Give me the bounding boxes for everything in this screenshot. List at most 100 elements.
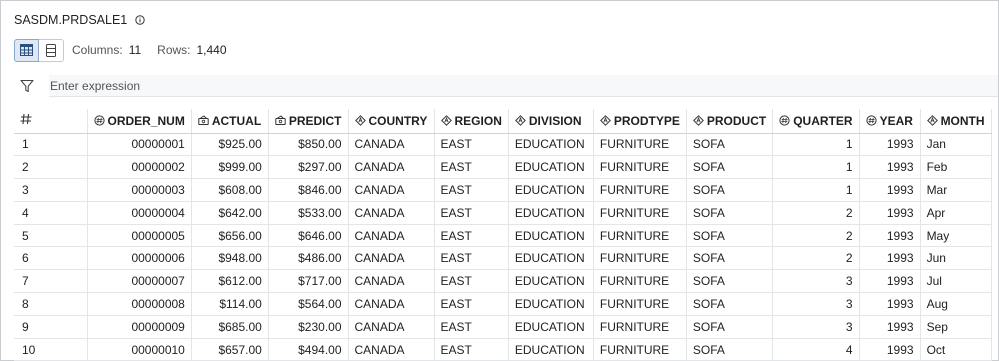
cell-product[interactable]: SOFA	[686, 201, 774, 225]
row-index[interactable]: 4	[14, 201, 88, 225]
cell-region[interactable]: EAST	[434, 155, 509, 180]
cell-product[interactable]: SOFA	[686, 155, 774, 180]
cell-region[interactable]: EAST	[434, 338, 509, 361]
table-row[interactable]: 9 00000009 $685.00 $230.00 CANADA EAST EDUCATI…	[14, 315, 992, 339]
cell-actual[interactable]: $657.00	[191, 338, 269, 361]
cell-year[interactable]: 1993	[859, 133, 921, 157]
cell-country[interactable]: CANADA	[348, 315, 435, 339]
cell-division[interactable]: EDUCATION	[508, 201, 594, 225]
cell-year[interactable]: 1993	[859, 338, 921, 361]
row-index[interactable]: 8	[14, 292, 88, 316]
row-index[interactable]: 2	[14, 155, 88, 180]
cell-order-num[interactable]: 00000005	[87, 224, 192, 248]
cell-quarter[interactable]: 3	[772, 315, 860, 339]
record-view-button[interactable]	[39, 38, 64, 62]
cell-month[interactable]: Jun	[920, 246, 992, 271]
table-row[interactable]: 5 00000005 $656.00 $646.00 CANADA EAST EDUCATI…	[14, 224, 992, 248]
cell-region[interactable]: EAST	[434, 246, 509, 271]
cell-product[interactable]: SOFA	[686, 246, 774, 271]
cell-region[interactable]: EAST	[434, 201, 509, 225]
cell-quarter[interactable]: 3	[772, 292, 860, 316]
cell-month[interactable]: Apr	[920, 201, 992, 225]
column-header-predict[interactable]: PREDICT	[268, 109, 349, 134]
cell-country[interactable]: CANADA	[348, 133, 435, 157]
cell-division[interactable]: EDUCATION	[508, 224, 594, 248]
column-header-prodtype[interactable]: PRODTYPE	[593, 109, 687, 134]
cell-country[interactable]: CANADA	[348, 269, 435, 294]
table-row[interactable]: 10 00000010 $657.00 $494.00 CANADA EAST EDUCAT…	[14, 338, 992, 361]
cell-product[interactable]: SOFA	[686, 315, 774, 339]
cell-division[interactable]: EDUCATION	[508, 292, 594, 316]
cell-country[interactable]: CANADA	[348, 292, 435, 316]
column-header-quarter[interactable]: QUARTER	[772, 109, 860, 134]
cell-region[interactable]: EAST	[434, 224, 509, 248]
cell-prodtype[interactable]: FURNITURE	[593, 201, 687, 225]
grid-view-button[interactable]	[14, 38, 39, 62]
cell-region[interactable]: EAST	[434, 292, 509, 316]
cell-year[interactable]: 1993	[859, 315, 921, 339]
cell-predict[interactable]: $846.00	[268, 178, 349, 202]
cell-year[interactable]: 1993	[859, 155, 921, 180]
table-row[interactable]: 8 00000008 $114.00 $564.00 CANADA EAST EDUCATI…	[14, 292, 992, 316]
cell-year[interactable]: 1993	[859, 178, 921, 202]
cell-prodtype[interactable]: FURNITURE	[593, 246, 687, 271]
cell-product[interactable]: SOFA	[686, 292, 774, 316]
cell-product[interactable]: SOFA	[686, 224, 774, 248]
cell-division[interactable]: EDUCATION	[508, 315, 594, 339]
cell-order-num[interactable]: 00000007	[87, 269, 192, 294]
row-index-header[interactable]	[14, 109, 88, 134]
cell-prodtype[interactable]: FURNITURE	[593, 315, 687, 339]
row-index[interactable]: 3	[14, 178, 88, 202]
cell-region[interactable]: EAST	[434, 269, 509, 294]
cell-predict[interactable]: $494.00	[268, 338, 349, 361]
cell-actual[interactable]: $612.00	[191, 269, 269, 294]
cell-actual[interactable]: $608.00	[191, 178, 269, 202]
cell-quarter[interactable]: 1	[772, 178, 860, 202]
cell-division[interactable]: EDUCATION	[508, 338, 594, 361]
column-header-region[interactable]: REGION	[434, 109, 509, 134]
table-row[interactable]: 7 00000007 $612.00 $717.00 CANADA EAST EDUCATI…	[14, 269, 992, 294]
column-header-month[interactable]: MONTH	[920, 109, 992, 134]
cell-prodtype[interactable]: FURNITURE	[593, 292, 687, 316]
expression-input[interactable]	[49, 75, 998, 97]
cell-division[interactable]: EDUCATION	[508, 155, 594, 180]
cell-region[interactable]: EAST	[434, 315, 509, 339]
cell-prodtype[interactable]: FURNITURE	[593, 155, 687, 180]
column-header-country[interactable]: COUNTRY	[348, 109, 435, 134]
cell-predict[interactable]: $717.00	[268, 269, 349, 294]
cell-month[interactable]: Oct	[920, 338, 992, 361]
cell-division[interactable]: EDUCATION	[508, 269, 594, 294]
cell-quarter[interactable]: 4	[772, 338, 860, 361]
info-icon[interactable]	[135, 15, 145, 25]
cell-prodtype[interactable]: FURNITURE	[593, 269, 687, 294]
cell-year[interactable]: 1993	[859, 224, 921, 248]
row-index[interactable]: 6	[14, 246, 88, 271]
table-row[interactable]: 1 00000001 $925.00 $850.00 CANADA EAST EDUCATI…	[14, 133, 992, 157]
cell-country[interactable]: CANADA	[348, 178, 435, 202]
cell-month[interactable]: Jan	[920, 133, 992, 157]
cell-country[interactable]: CANADA	[348, 246, 435, 271]
cell-actual[interactable]: $685.00	[191, 315, 269, 339]
cell-product[interactable]: SOFA	[686, 338, 774, 361]
cell-prodtype[interactable]: FURNITURE	[593, 133, 687, 157]
cell-quarter[interactable]: 2	[772, 246, 860, 271]
row-index[interactable]: 9	[14, 315, 88, 339]
cell-prodtype[interactable]: FURNITURE	[593, 338, 687, 361]
cell-product[interactable]: SOFA	[686, 178, 774, 202]
cell-order-num[interactable]: 00000002	[87, 155, 192, 180]
cell-predict[interactable]: $646.00	[268, 224, 349, 248]
cell-region[interactable]: EAST	[434, 178, 509, 202]
cell-actual[interactable]: $656.00	[191, 224, 269, 248]
table-row[interactable]: 4 00000004 $642.00 $533.00 CANADA EAST EDUCATI…	[14, 201, 992, 225]
column-header-order-num[interactable]: ORDER_NUM	[87, 109, 192, 134]
table-row[interactable]: 6 00000006 $948.00 $486.00 CANADA EAST EDUCATI…	[14, 246, 992, 271]
column-header-division[interactable]: DIVISION	[508, 109, 594, 134]
cell-division[interactable]: EDUCATION	[508, 246, 594, 271]
cell-quarter[interactable]: 1	[772, 133, 860, 157]
cell-order-num[interactable]: 00000008	[87, 292, 192, 316]
cell-order-num[interactable]: 00000001	[87, 133, 192, 157]
cell-quarter[interactable]: 1	[772, 155, 860, 180]
cell-year[interactable]: 1993	[859, 201, 921, 225]
cell-predict[interactable]: $297.00	[268, 155, 349, 180]
cell-month[interactable]: Aug	[920, 292, 992, 316]
